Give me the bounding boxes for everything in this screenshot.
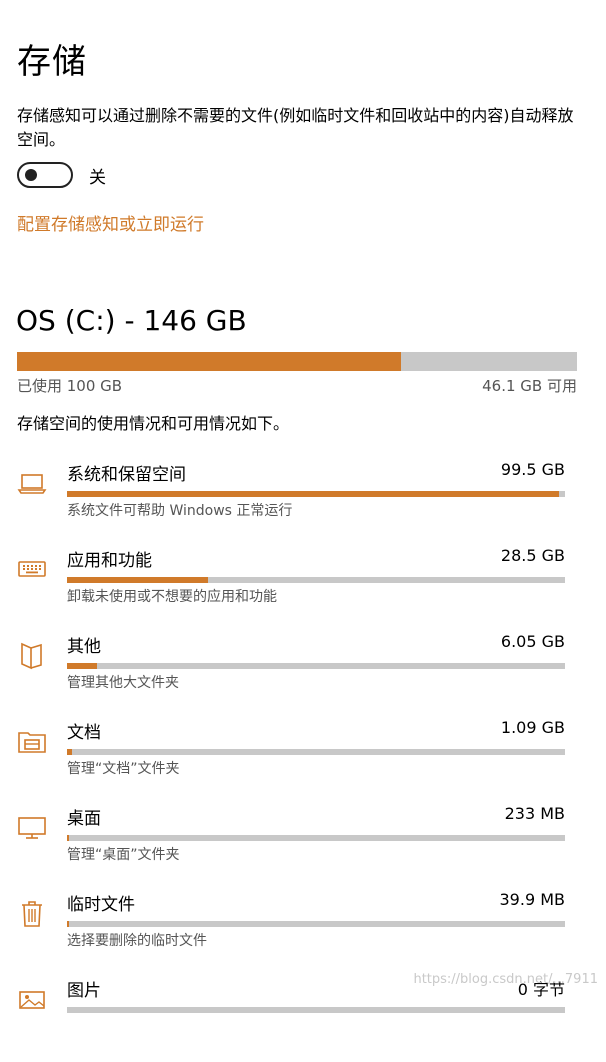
- category-size: 28.5 GB: [500, 546, 565, 565]
- other-files-icon: [17, 640, 47, 670]
- category-usage-bar: [67, 663, 565, 669]
- toggle-knob: [25, 169, 37, 181]
- category-size: 233 MB: [504, 804, 565, 823]
- category-usage-bar: [67, 1007, 565, 1013]
- category-usage-fill: [67, 491, 560, 497]
- category-item[interactable]: 应用和功能 28.5 GB 卸载未使用或不想要的应用和功能: [0, 546, 606, 632]
- drive-usage-bar: [17, 352, 577, 371]
- category-item[interactable]: 图片 0 字节: [0, 976, 606, 1062]
- toggle-state-label: 关: [89, 167, 106, 188]
- category-description: 选择要删除的临时文件: [67, 933, 207, 949]
- laptop-icon: [17, 468, 47, 498]
- category-name: 临时文件: [67, 895, 135, 915]
- category-usage-bar: [67, 749, 565, 755]
- category-item[interactable]: 系统和保留空间 99.5 GB 系统文件可帮助 Windows 正常运行: [0, 460, 606, 546]
- category-usage-bar: [67, 835, 565, 841]
- page-title: 存储: [17, 42, 87, 82]
- category-description: 管理“文档”文件夹: [67, 761, 180, 777]
- category-description: 管理“桌面”文件夹: [67, 847, 180, 863]
- storage-sense-description: 存储感知可以通过删除不需要的文件(例如临时文件和回收站中的内容)自动释放空间。: [17, 106, 574, 149]
- category-item[interactable]: 文档 1.09 GB 管理“文档”文件夹: [0, 718, 606, 804]
- category-name: 系统和保留空间: [67, 465, 186, 485]
- category-size: 39.9 MB: [499, 890, 566, 909]
- storage-settings-page: 存储 存储感知可以通过删除不需要的文件(例如临时文件和回收站中的内容)自动释放空…: [0, 0, 606, 1013]
- storage-sense-toggle-row: 关: [17, 162, 106, 188]
- category-usage-bar: [67, 491, 565, 497]
- trash-icon: [17, 898, 47, 928]
- category-size: 1.09 GB: [500, 718, 565, 737]
- category-usage-fill: [67, 749, 73, 755]
- category-usage-fill: [67, 577, 208, 583]
- category-usage-bar: [67, 577, 565, 583]
- category-description: 卸载未使用或不想要的应用和功能: [67, 589, 277, 605]
- category-size: 6.05 GB: [500, 632, 565, 651]
- category-item[interactable]: 桌面 233 MB 管理“桌面”文件夹: [0, 804, 606, 890]
- category-item[interactable]: 其他 6.05 GB 管理其他大文件夹: [0, 632, 606, 718]
- category-name: 应用和功能: [67, 551, 152, 571]
- category-name: 其他: [67, 637, 101, 657]
- desktop-monitor-icon: [17, 812, 47, 842]
- category-description: 系统文件可帮助 Windows 正常运行: [67, 503, 293, 519]
- documents-folder-icon: [17, 726, 47, 756]
- drive-used-label: 已使用 100 GB: [17, 377, 123, 395]
- storage-sense-toggle[interactable]: [17, 162, 73, 188]
- category-name: 图片: [67, 981, 101, 1001]
- category-name: 桌面: [67, 809, 101, 829]
- category-name: 文档: [67, 723, 101, 743]
- drive-free-label: 46.1 GB 可用: [482, 377, 577, 395]
- usage-summary: 存储空间的使用情况和可用情况如下。: [17, 414, 290, 433]
- category-usage-fill: [67, 921, 69, 927]
- configure-storage-sense-link[interactable]: 配置存储感知或立即运行: [17, 210, 204, 235]
- keyboard-icon: [17, 554, 47, 584]
- category-usage-fill: [67, 663, 97, 669]
- drive-usage-fill: [17, 352, 401, 371]
- category-size: 99.5 GB: [500, 460, 565, 479]
- pictures-icon: [17, 984, 47, 1014]
- category-item[interactable]: 临时文件 39.9 MB 选择要删除的临时文件: [0, 890, 606, 976]
- category-usage-bar: [67, 921, 565, 927]
- category-description: 管理其他大文件夹: [67, 675, 179, 691]
- category-usage-fill: [67, 835, 69, 841]
- watermark: https://blog.csdn.net/...7911: [413, 972, 598, 987]
- drive-title: OS (C:) - 146 GB: [16, 304, 247, 337]
